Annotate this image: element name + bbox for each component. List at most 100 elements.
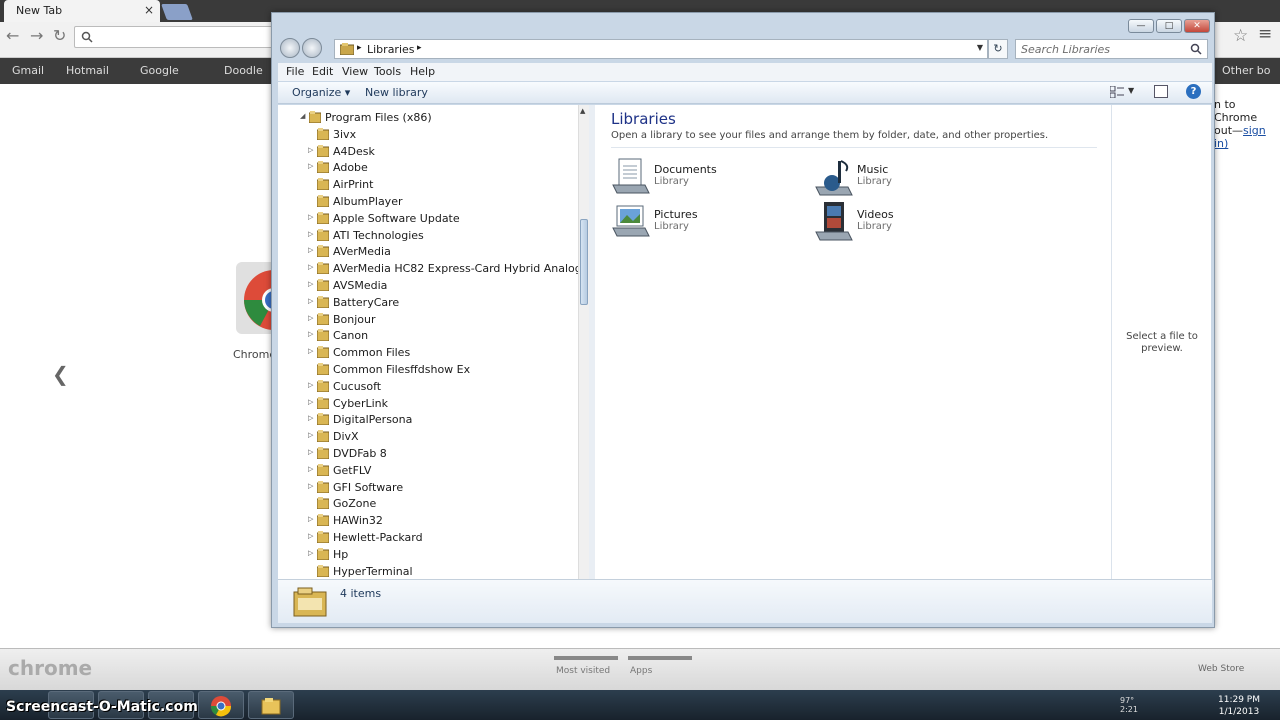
expand-arrow-icon[interactable]: ▷: [308, 414, 313, 422]
expand-arrow-icon[interactable]: ▷: [308, 465, 313, 473]
library-documents[interactable]: Documents Library: [611, 157, 801, 199]
most-visited-link[interactable]: Most visited: [556, 666, 610, 676]
expand-arrow-icon[interactable]: ▷: [308, 381, 313, 389]
title-bar[interactable]: — □ ✕: [272, 13, 1214, 37]
chrome-menu-icon[interactable]: ≡: [1258, 24, 1272, 44]
menu-help[interactable]: Help: [410, 65, 435, 78]
expand-arrow-icon[interactable]: ▷: [308, 263, 313, 271]
system-tray[interactable]: 97° 2:21: [1120, 696, 1138, 714]
change-view-icon[interactable]: [1110, 86, 1124, 98]
maximize-button[interactable]: □: [1156, 19, 1182, 33]
library-music[interactable]: Music Library: [814, 157, 1004, 199]
tab-close-icon[interactable]: ×: [144, 3, 154, 17]
tree-item[interactable]: ▷ Adobe: [278, 159, 578, 176]
library-pictures[interactable]: Pictures Library: [611, 202, 801, 244]
expand-arrow-icon[interactable]: ▷: [308, 347, 313, 355]
tree-item[interactable]: ▷ BatteryCare: [278, 294, 578, 311]
scroll-thumb[interactable]: [580, 219, 588, 305]
breadcrumb-libraries[interactable]: Libraries: [367, 43, 415, 56]
tree-item[interactable]: ▷ Bonjour: [278, 311, 578, 328]
expand-arrow-icon[interactable]: ▷: [308, 246, 313, 254]
bookmark-item[interactable]: Doodle: [224, 64, 263, 77]
chevron-down-icon[interactable]: ▼: [1128, 86, 1134, 95]
tree-item[interactable]: Common Filesffdshow Ex: [278, 361, 578, 378]
expand-arrow-icon[interactable]: ▷: [308, 431, 313, 439]
reload-icon[interactable]: ↻: [53, 26, 66, 45]
close-button[interactable]: ✕: [1184, 19, 1210, 33]
tab-new-tab[interactable]: New Tab ×: [4, 0, 160, 22]
expand-arrow-icon[interactable]: ▷: [308, 448, 313, 456]
tree-item[interactable]: AlbumPlayer: [278, 193, 578, 210]
expand-arrow-icon[interactable]: ▷: [308, 213, 313, 221]
expand-arrow-icon[interactable]: ▷: [308, 482, 313, 490]
chevron-down-icon[interactable]: ▼: [977, 43, 983, 52]
tree-item[interactable]: ▷ Hewlett-Packard: [278, 529, 578, 546]
back-button[interactable]: [280, 38, 300, 58]
expand-arrow-icon[interactable]: ▷: [308, 230, 313, 238]
breadcrumb-arrow-icon[interactable]: ▸: [417, 43, 422, 53]
search-input[interactable]: Search Libraries: [1015, 39, 1208, 59]
tree-item[interactable]: ▷ Cucusoft: [278, 378, 578, 395]
tree-item[interactable]: ▷ A4Desk: [278, 143, 578, 160]
tree-item[interactable]: ▷ AVerMedia HC82 Express-Card Hybrid Anal…: [278, 260, 582, 277]
tree-item[interactable]: GoZone: [278, 495, 578, 512]
tree-item[interactable]: HyperTerminal: [278, 563, 578, 579]
menu-tools[interactable]: Tools: [374, 65, 401, 78]
minimize-button[interactable]: —: [1128, 19, 1154, 33]
tree-item[interactable]: ▷ GFI Software: [278, 479, 578, 496]
expand-arrow-icon[interactable]: ▷: [308, 330, 313, 338]
taskbar-explorer-button[interactable]: [248, 691, 294, 719]
tree-item[interactable]: ▷ Common Files: [278, 344, 578, 361]
new-tab-button[interactable]: [161, 4, 193, 20]
scroll-up-icon[interactable]: ▲: [580, 107, 585, 115]
chrome-app-icon[interactable]: [236, 256, 276, 334]
tree-item[interactable]: ▷ ATI Technologies: [278, 227, 578, 244]
address-bar[interactable]: ▸ Libraries ▸ ▼: [334, 39, 988, 59]
omnibox[interactable]: [74, 26, 274, 48]
expanded-arrow-icon[interactable]: ◢: [300, 112, 305, 120]
tree-item[interactable]: ▷ DivX: [278, 428, 578, 445]
new-library-button[interactable]: New library: [365, 86, 428, 99]
menu-edit[interactable]: Edit: [312, 65, 333, 78]
bookmark-item[interactable]: Hotmail: [66, 64, 109, 77]
taskbar-chrome-button[interactable]: [198, 691, 244, 719]
tree-item[interactable]: ▷ GetFLV: [278, 462, 578, 479]
expand-arrow-icon[interactable]: ▷: [308, 398, 313, 406]
forward-button[interactable]: [302, 38, 322, 58]
tree-item-program-files-x86[interactable]: ◢ Program Files (x86): [278, 109, 578, 126]
expand-arrow-icon[interactable]: ▷: [308, 549, 313, 557]
expand-arrow-icon[interactable]: ▷: [308, 314, 313, 322]
web-store-link[interactable]: Web Store: [1198, 664, 1244, 674]
navigation-pane[interactable]: ◢ Program Files (x86) 3ivx ▷ A4Desk ▷ Adobe Air…: [278, 105, 584, 579]
menu-view[interactable]: View: [342, 65, 368, 78]
preview-pane-icon[interactable]: [1154, 85, 1168, 98]
other-bookmarks[interactable]: Other bo: [1222, 64, 1270, 77]
tree-item[interactable]: 3ivx: [278, 126, 578, 143]
apps-link[interactable]: Apps: [630, 666, 652, 676]
organize-button[interactable]: Organize ▾: [292, 86, 350, 99]
menu-file[interactable]: File: [286, 65, 304, 78]
expand-arrow-icon[interactable]: ▷: [308, 532, 313, 540]
tree-item[interactable]: ▷ Apple Software Update: [278, 210, 578, 227]
tree-item[interactable]: ▷ Hp: [278, 546, 578, 563]
expand-arrow-icon[interactable]: ▷: [308, 162, 313, 170]
help-icon[interactable]: ?: [1186, 84, 1201, 99]
tree-item[interactable]: ▷ HAWin32: [278, 512, 578, 529]
tree-item[interactable]: ▷ AVSMedia: [278, 277, 578, 294]
tree-item[interactable]: ▷ DigitalPersona: [278, 411, 578, 428]
tree-item[interactable]: ▷ AVerMedia: [278, 243, 578, 260]
tree-item[interactable]: ▷ CyberLink: [278, 395, 578, 412]
clock[interactable]: 11:29 PM 1/1/2013: [1218, 694, 1260, 718]
tree-item[interactable]: AirPrint: [278, 176, 578, 193]
expand-arrow-icon[interactable]: ▷: [308, 515, 313, 523]
expand-arrow-icon[interactable]: ▷: [308, 280, 313, 288]
tree-item[interactable]: ▷ DVDFab 8: [278, 445, 578, 462]
back-icon[interactable]: ←: [6, 26, 19, 45]
bookmark-item[interactable]: Google: [140, 64, 179, 77]
tree-item[interactable]: ▷ Canon: [278, 327, 578, 344]
bookmark-item[interactable]: Gmail: [12, 64, 44, 77]
refresh-button[interactable]: ↻: [988, 39, 1008, 59]
bookmark-star-icon[interactable]: ☆: [1233, 26, 1248, 46]
forward-icon[interactable]: →: [30, 26, 43, 45]
nav-scrollbar[interactable]: ▲: [578, 105, 589, 579]
